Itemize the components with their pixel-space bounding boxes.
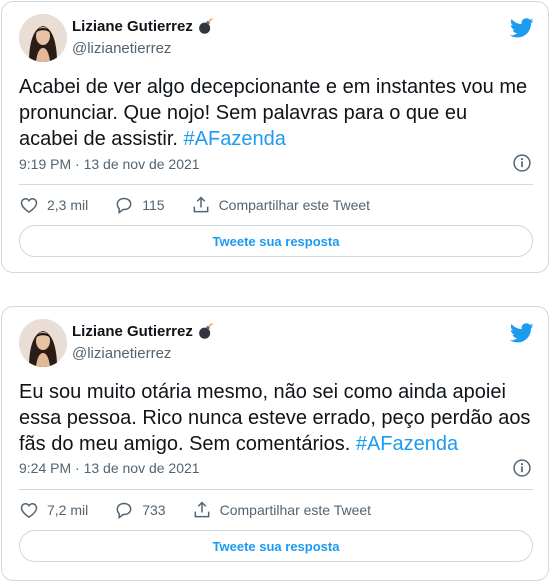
share-button[interactable]: Compartilhar este Tweet [192, 500, 371, 520]
tweet-reply-button[interactable]: Tweete sua resposta [19, 225, 533, 257]
like-button[interactable]: 2,3 mil [19, 195, 88, 215]
avatar[interactable] [19, 14, 67, 62]
tweet-text: Acabei de ver algo decepcionante e em in… [19, 74, 531, 152]
tweet-actions: 7,2 mil 733 Compartilhar este Tweet [19, 500, 397, 520]
twitter-bird-icon[interactable] [510, 321, 534, 345]
share-icon [194, 501, 210, 518]
reply-bubble-icon [116, 502, 132, 519]
info-icon[interactable] [512, 458, 532, 478]
share-label: Compartilhar este Tweet [218, 197, 371, 213]
tweet-timestamp[interactable]: 9:19 PM · 13 de nov de 2021 [19, 156, 200, 172]
twitter-bird-icon[interactable] [510, 16, 534, 40]
heart-icon [20, 502, 38, 518]
reply-count: 733 [142, 502, 166, 518]
author-row: Liziane Gutierrez [72, 323, 214, 340]
reply-button[interactable]: 733 [114, 500, 166, 520]
share-button[interactable]: Compartilhar este Tweet [191, 195, 370, 215]
share-icon [193, 196, 208, 213]
share-label: Compartilhar este Tweet [219, 502, 372, 518]
tweet-actions: 2,3 mil 115 Compartilhar este Tweet [19, 195, 396, 215]
reply-button[interactable]: 115 [114, 195, 165, 215]
author-handle[interactable]: @lizianetierrez [72, 40, 171, 57]
divider [19, 489, 533, 490]
like-count: 7,2 mil [47, 502, 89, 518]
info-icon[interactable] [512, 153, 532, 173]
bomb-emoji-icon [199, 323, 213, 339]
author-name[interactable]: Liziane Gutierrez [72, 323, 193, 340]
reply-bubble-icon [116, 197, 132, 214]
tweet-card: Liziane Gutierrez @lizianetierrez Eu sou… [1, 306, 549, 581]
author-handle[interactable]: @lizianetierrez [72, 345, 171, 362]
avatar-image [19, 14, 67, 62]
avatar-image [19, 319, 67, 367]
avatar[interactable] [19, 319, 67, 367]
hashtag-link[interactable]: #AFazenda [356, 433, 458, 455]
reply-count: 115 [142, 197, 165, 213]
like-button[interactable]: 7,2 mil [19, 500, 88, 520]
bomb-emoji-icon [199, 18, 213, 34]
heart-icon [20, 197, 38, 213]
tweet-text: Eu sou muito otária mesmo, não sei como … [19, 379, 531, 457]
tweet-reply-button[interactable]: Tweete sua resposta [19, 530, 533, 562]
hashtag-link[interactable]: #AFazenda [184, 128, 286, 150]
author-name[interactable]: Liziane Gutierrez [72, 18, 193, 35]
tweet-timestamp[interactable]: 9:24 PM · 13 de nov de 2021 [19, 460, 200, 476]
author-row: Liziane Gutierrez [72, 18, 214, 35]
tweet-card: Liziane Gutierrez @lizianetierrez Acabei… [1, 1, 549, 273]
like-count: 2,3 mil [47, 197, 89, 213]
divider [19, 184, 533, 185]
